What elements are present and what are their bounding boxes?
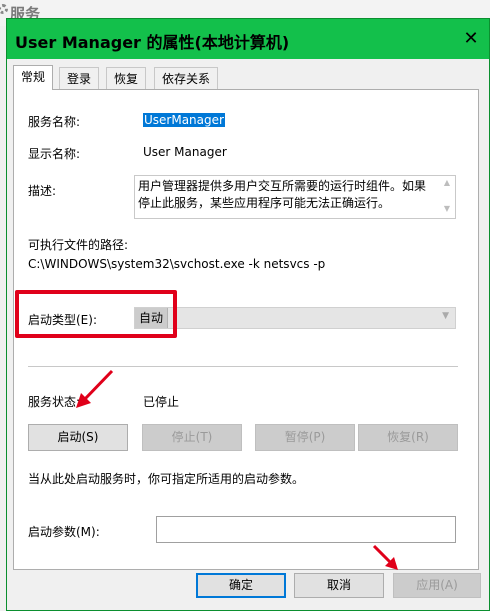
section-divider [28,366,458,367]
display-name-label: 显示名称: [28,147,81,161]
description-label: 描述: [28,184,57,198]
title-bar[interactable]: User Manager 的属性(本地计算机) ✕ [7,19,489,59]
stop-button[interactable]: 停止(T) [142,424,242,451]
gear-icon [0,4,8,14]
ok-button[interactable]: 确定 [196,573,286,598]
description-text: 用户管理器提供多用户交互所需要的运行时组件。如果停止此服务，某些应用程序可能无法… [138,179,427,210]
close-icon[interactable]: ✕ [459,27,483,51]
startup-type-highlight-box [15,290,177,338]
apply-button[interactable]: 应用(A) [393,573,481,598]
service-status-label: 服务状态: [28,395,81,409]
resume-button[interactable]: 恢复(R) [358,424,458,451]
tab-dependencies[interactable]: 依存关系 [154,67,219,89]
pause-button[interactable]: 暂停(P) [255,424,355,451]
cancel-button[interactable]: 取消 [294,573,384,598]
scroll-up-icon[interactable]: ▲ [441,178,453,190]
tab-recovery[interactable]: 恢复 [106,67,147,89]
service-status-value: 已停止 [143,395,180,409]
display-name-value: User Manager [143,145,227,159]
tab-general[interactable]: 常规 [13,65,54,90]
chevron-down-icon[interactable]: ▼ [442,311,449,321]
scroll-down-icon[interactable]: ▼ [441,204,453,216]
start-params-label: 启动参数(M): [28,525,100,539]
start-button[interactable]: 启动(S) [28,424,128,451]
executable-path-value: C:\WINDOWS\system32\svchost.exe -k netsv… [28,257,326,271]
properties-dialog: User Manager 的属性(本地计算机) ✕ 常规 登录 恢复 依存关系 … [6,18,490,611]
general-panel: 服务名称: UserManager 显示名称: User Manager 描述:… [13,89,479,570]
description-box[interactable]: 用户管理器提供多用户交互所需要的运行时组件。如果停止此服务，某些应用程序可能无法… [134,175,456,219]
executable-path-label: 可执行文件的路径: [28,238,129,252]
start-params-hint: 当从此处启动服务时，你可指定所适用的启动参数。 [28,472,305,486]
service-name-value[interactable]: UserManager [143,113,225,127]
service-name-label: 服务名称: [28,115,81,129]
dialog-title: User Manager 的属性(本地计算机) [15,33,290,52]
startup-type-dropdown[interactable]: 自动 ▼ [134,307,456,329]
tab-logon[interactable]: 登录 [59,67,100,89]
start-params-input[interactable] [156,516,456,543]
